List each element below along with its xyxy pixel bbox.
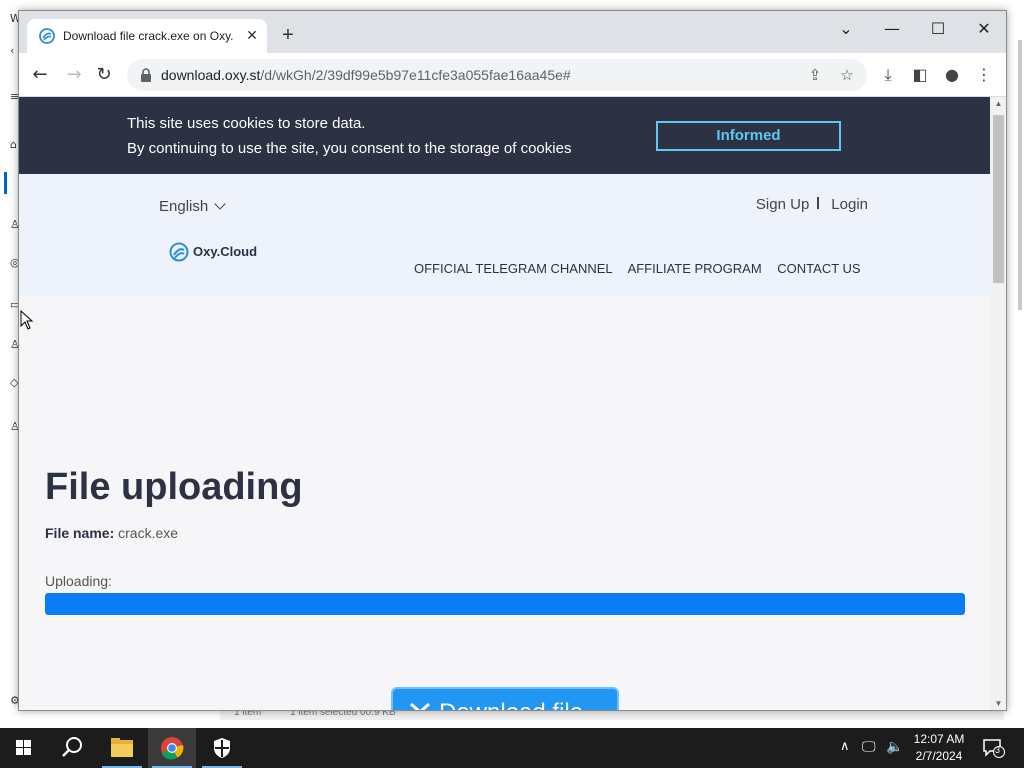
- nav-affiliate-program[interactable]: AFFILIATE PROGRAM: [628, 261, 762, 276]
- browser-window: Download file crack.exe on Oxy.C ✕ + ⌄ —…: [18, 10, 1007, 711]
- tray-overflow-chevron-icon[interactable]: ∧: [840, 739, 850, 768]
- minimize-button[interactable]: —: [869, 15, 915, 43]
- url-domain: download.oxy.st: [161, 67, 261, 83]
- tab-strip: Download file crack.exe on Oxy.C ✕ + ⌄ —…: [19, 11, 1006, 53]
- site-header: English Sign Up Login Oxy.Cloud OFFICIAL …: [19, 174, 990, 296]
- sign-up-link[interactable]: Sign Up: [756, 196, 809, 213]
- lock-icon: [141, 68, 151, 82]
- taskbar-chrome[interactable]: [148, 728, 196, 768]
- share-icon[interactable]: ⇪: [805, 65, 825, 85]
- clock-time: 12:07 AM: [913, 732, 965, 746]
- settings-icon: ⚙: [10, 694, 20, 707]
- cookie-text-line1: This site uses cookies to store data.: [127, 115, 366, 132]
- mouse-cursor-icon: [20, 310, 34, 330]
- new-tab-button[interactable]: +: [277, 24, 299, 46]
- tab-active[interactable]: Download file crack.exe on Oxy.C ✕: [27, 19, 267, 53]
- app-icon: ◎: [10, 256, 20, 269]
- taskbar-security[interactable]: [198, 728, 246, 768]
- system-clock[interactable]: 12:07 AM 2/7/2024: [906, 731, 972, 765]
- double-chevron-down-icon: [410, 702, 430, 710]
- maximize-button[interactable]: ☐: [915, 15, 961, 43]
- uploading-label: Uploading:: [45, 573, 112, 589]
- upload-progress-fill: [45, 593, 965, 615]
- file-name-value: crack.exe: [118, 525, 179, 541]
- device-icon: ◇: [10, 376, 19, 389]
- profile-avatar-icon[interactable]: ●: [941, 64, 963, 86]
- volume-muted-icon[interactable]: 🔈: [886, 739, 903, 768]
- search-icon: [62, 737, 82, 757]
- upload-progress-bar: [45, 593, 965, 615]
- url-path: /d/wkGh/2/39df99e5b97e11cfe3a055fae16aa4…: [260, 67, 571, 83]
- informed-button[interactable]: Informed: [656, 121, 841, 151]
- windows-logo-icon: [16, 740, 31, 755]
- background-window-edge: [1006, 0, 1024, 728]
- search-button[interactable]: [48, 728, 96, 768]
- back-arrow-icon: ‹: [10, 44, 15, 57]
- reload-button[interactable]: ↻: [91, 62, 117, 88]
- back-button[interactable]: ←: [27, 62, 53, 88]
- notification-count: 3: [995, 745, 1001, 755]
- page-title: File uploading: [45, 466, 303, 508]
- network-icon[interactable]: 🖵: [862, 739, 876, 768]
- tab-search-icon[interactable]: ⌄: [823, 15, 869, 43]
- notification-center-button[interactable]: 3: [982, 738, 1006, 758]
- auth-links: Sign Up Login: [756, 196, 868, 213]
- oxy-logo-icon: [169, 242, 189, 262]
- explorer-glyph: W: [10, 12, 21, 25]
- chevron-down-icon: [214, 198, 226, 210]
- forward-button[interactable]: →: [61, 62, 87, 88]
- nav-contact-us[interactable]: CONTACT US: [777, 261, 860, 276]
- page-scrollbar[interactable]: ▲ ▼: [990, 97, 1006, 710]
- language-label: English: [159, 198, 209, 215]
- tab-close-icon[interactable]: ✕: [243, 27, 261, 45]
- page-viewport: This site uses cookies to store data. By…: [19, 97, 990, 710]
- cookie-banner: This site uses cookies to store data. By…: [19, 97, 990, 174]
- shield-icon: [214, 738, 230, 758]
- divider: [817, 197, 820, 209]
- logo-text: Oxy.Cloud: [193, 244, 258, 259]
- file-explorer-icon: [111, 738, 133, 757]
- oxy-favicon-icon: [39, 28, 55, 44]
- file-name-row: File name: crack.exe: [45, 525, 178, 541]
- main-nav: OFFICIAL TELEGRAM CHANNEL AFFILIATE PROG…: [414, 261, 873, 276]
- cookie-text-line2: By continuing to use the site, you conse…: [127, 140, 572, 157]
- start-button[interactable]: [0, 728, 48, 768]
- side-panel-icon[interactable]: ◧: [909, 64, 931, 86]
- scrollbar-thumb[interactable]: [993, 115, 1004, 283]
- clock-date: 2/7/2024: [915, 749, 963, 763]
- explorer-left-edge: W ‹ ≡ ⌂ ♙ ◎ ▭ ♙ ◇ ♙ ⚙: [0, 0, 21, 728]
- language-selector[interactable]: English: [159, 198, 226, 215]
- account-icon: ♙: [10, 420, 20, 433]
- close-window-button[interactable]: ✕: [961, 15, 1006, 43]
- nav-telegram-channel[interactable]: OFFICIAL TELEGRAM CHANNEL: [414, 261, 613, 276]
- login-link[interactable]: Login: [831, 196, 868, 213]
- downloads-icon[interactable]: ⤓: [877, 64, 899, 86]
- file-name-label: File name:: [45, 525, 115, 541]
- folder-icon: ▭: [10, 298, 21, 311]
- download-button-label: Download file: [439, 699, 583, 710]
- url-text: download.oxy.st/d/wkGh/2/39df99e5b97e11c…: [161, 67, 571, 83]
- tab-title: Download file crack.exe on Oxy.C: [63, 29, 233, 43]
- background-scrollbar: [1018, 40, 1022, 310]
- bookmark-star-icon[interactable]: ☆: [837, 65, 857, 85]
- site-logo[interactable]: Oxy.Cloud: [169, 242, 257, 262]
- taskbar: ∧ 🖵 🔈 12:07 AM 2/7/2024 3: [0, 728, 1024, 768]
- browser-toolbar: ← → ↻ download.oxy.st/d/wkGh/2/39df99e5b…: [19, 53, 1006, 97]
- download-file-button[interactable]: Download file: [391, 687, 619, 710]
- menu-icon: ≡: [10, 90, 20, 103]
- taskbar-file-explorer[interactable]: [98, 728, 146, 768]
- scroll-down-arrow-icon[interactable]: ▼: [994, 699, 1003, 708]
- notification-icon: [983, 739, 1005, 758]
- family-icon: ♙: [10, 338, 20, 351]
- address-bar[interactable]: download.oxy.st/d/wkGh/2/39df99e5b97e11c…: [127, 59, 867, 91]
- home-icon: ⌂: [10, 138, 17, 151]
- scroll-up-arrow-icon[interactable]: ▲: [994, 99, 1003, 108]
- selection-indicator: [4, 172, 7, 194]
- chrome-icon: [161, 737, 184, 760]
- user-icon: ♙: [10, 218, 20, 231]
- menu-kebab-icon[interactable]: ⋮: [973, 64, 995, 86]
